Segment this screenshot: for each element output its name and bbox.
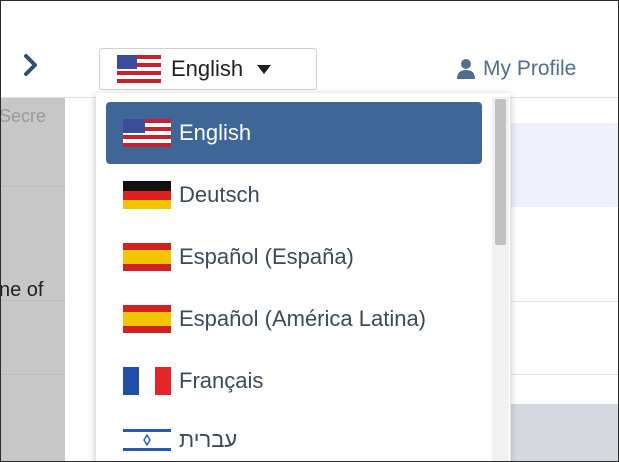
language-option-francais[interactable]: Français [106, 350, 482, 412]
header-bar: English My Profile [1, 1, 618, 98]
menu-scrollbar-thumb[interactable] [495, 99, 506, 245]
language-selector[interactable]: English [99, 48, 317, 90]
row-divider [511, 301, 618, 302]
my-profile-link[interactable]: My Profile [457, 54, 576, 84]
app-window: English My Profile Secre ne of English D… [0, 0, 619, 462]
us-flag-icon [117, 55, 161, 83]
language-option-english[interactable]: English [106, 102, 482, 164]
language-option-label: עברית [179, 427, 238, 452]
spain-flag-icon [123, 243, 171, 271]
user-icon [457, 59, 475, 79]
language-option-deutsch[interactable]: Deutsch [106, 164, 482, 226]
us-flag-icon [123, 119, 171, 147]
selected-language-label: English [171, 56, 244, 81]
spain-flag-icon [123, 305, 171, 333]
caret-down-icon [257, 64, 272, 74]
germany-flag-icon [123, 181, 171, 209]
background-row-highlight [511, 123, 618, 207]
my-profile-label: My Profile [483, 57, 577, 80]
language-option-label: Español (España) [179, 244, 354, 269]
background-footer-band [511, 404, 618, 461]
france-flag-icon [123, 367, 171, 395]
chevron-right-icon[interactable] [19, 51, 43, 79]
background-text: Secre [0, 106, 47, 126]
language-option-hebrew[interactable]: עברית [106, 409, 482, 461]
language-option-label: Deutsch [179, 182, 260, 207]
background-text: ne of [0, 279, 44, 301]
israel-flag-icon [123, 426, 171, 454]
row-divider [1, 374, 65, 375]
row-divider [511, 374, 618, 375]
language-option-label: English [179, 120, 252, 145]
row-divider [1, 186, 65, 187]
language-option-espanol-latam[interactable]: Español (América Latina) [106, 288, 482, 350]
language-option-label: Español (América Latina) [179, 306, 427, 331]
language-option-espanol-espana[interactable]: Español (España) [106, 226, 482, 288]
language-dropdown-menu: English Deutsch Español (España) Español… [96, 93, 510, 461]
language-option-label: Français [179, 368, 264, 393]
